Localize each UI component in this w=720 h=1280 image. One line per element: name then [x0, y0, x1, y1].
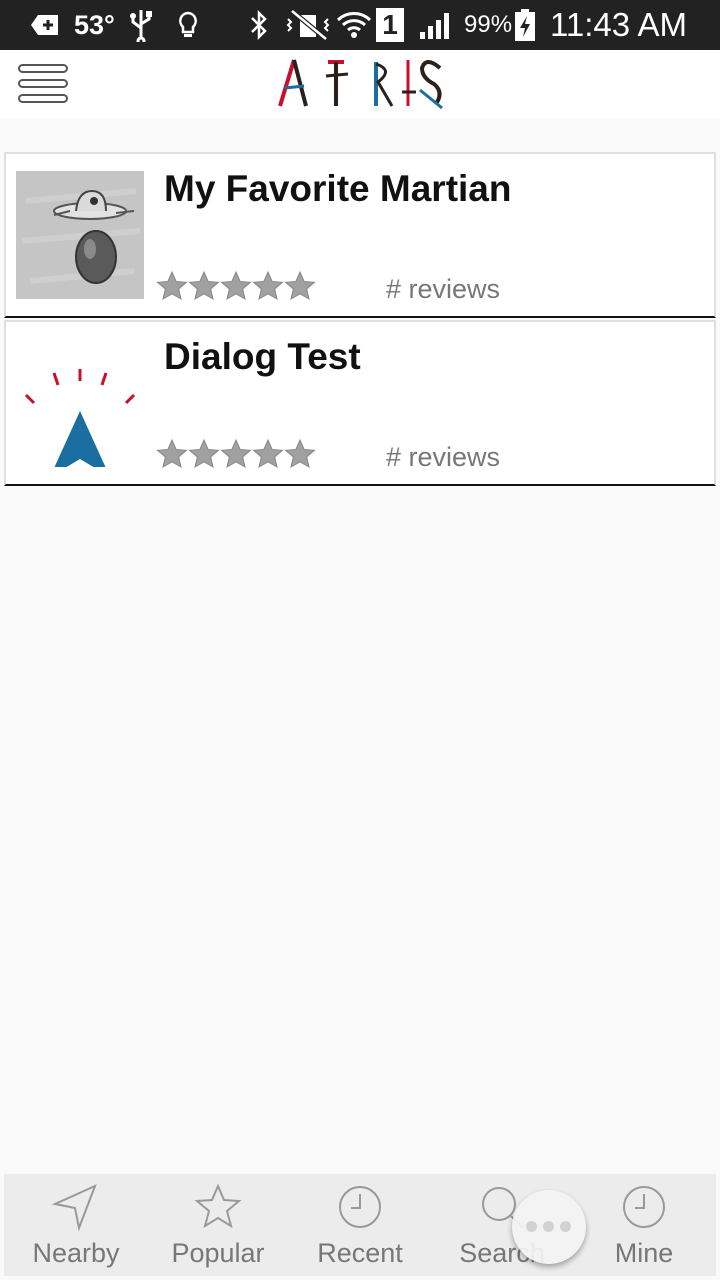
clock-icon — [339, 1186, 381, 1228]
temperature-text: 53° — [74, 9, 115, 40]
star-icon — [156, 438, 188, 469]
lightbulb-icon — [176, 0, 200, 50]
game-list-item[interactable]: My Favorite Martian # reviews — [4, 152, 716, 318]
tab-recent[interactable]: Recent — [290, 1174, 430, 1276]
wifi-icon — [336, 0, 372, 50]
martian-ufo-thumbnail-icon — [16, 171, 144, 299]
tab-label: Nearby — [32, 1238, 120, 1268]
battery-charging-icon — [514, 0, 536, 50]
tab-label: Popular — [171, 1238, 265, 1268]
star-icon — [252, 438, 284, 469]
game-title: Dialog Test — [164, 336, 361, 377]
star-rating — [156, 438, 316, 470]
game-list-item[interactable]: Dialog Test # reviews — [4, 320, 716, 486]
menu-bar — [18, 64, 68, 73]
tab-label: Recent — [317, 1238, 403, 1268]
menu-bar — [18, 79, 68, 88]
more-dots-icon — [543, 1221, 554, 1232]
navigation-arrow-icon — [51, 1184, 97, 1232]
star-icon — [188, 270, 220, 301]
bluetooth-icon — [248, 0, 270, 50]
star-icon — [252, 270, 284, 301]
star-icon — [284, 438, 316, 469]
signal-icon — [418, 0, 454, 50]
tab-label: Mine — [614, 1238, 674, 1268]
app-header — [0, 50, 720, 118]
clock-time: 11:43 AM — [550, 6, 687, 43]
star-icon — [284, 270, 316, 301]
reviews-count: # reviews — [386, 442, 501, 472]
tab-nearby[interactable]: Nearby — [6, 1174, 146, 1276]
vibrate-mute-icon — [284, 0, 332, 50]
aris-arrow-logo-icon — [16, 339, 144, 477]
star-rating — [156, 270, 316, 302]
status-bar: 53° 1 99% 11:43 AM — [0, 0, 720, 50]
game-title: My Favorite Martian — [164, 168, 512, 209]
tab-popular[interactable]: Popular — [148, 1174, 288, 1276]
usb-icon — [128, 0, 154, 50]
tab-mine[interactable]: Mine — [574, 1174, 714, 1276]
hamburger-menu-button[interactable] — [18, 64, 70, 106]
more-options-button[interactable] — [512, 1190, 586, 1264]
star-icon — [156, 270, 188, 301]
star-icon — [194, 1183, 242, 1229]
star-icon — [220, 438, 252, 469]
notification-plus-icon — [30, 0, 60, 50]
sim-slot-badge: 1 — [376, 0, 404, 50]
battery-percent: 99% — [464, 11, 513, 38]
aris-logo — [276, 56, 446, 112]
clock-icon — [623, 1186, 665, 1228]
star-icon — [188, 438, 220, 469]
more-dots-icon — [526, 1221, 537, 1232]
more-dots-icon — [560, 1221, 571, 1232]
bottom-navigation: Nearby Popular Recent Search Mine — [4, 1174, 716, 1276]
reviews-count: # reviews — [386, 274, 501, 304]
star-icon — [220, 270, 252, 301]
menu-bar — [18, 94, 68, 103]
